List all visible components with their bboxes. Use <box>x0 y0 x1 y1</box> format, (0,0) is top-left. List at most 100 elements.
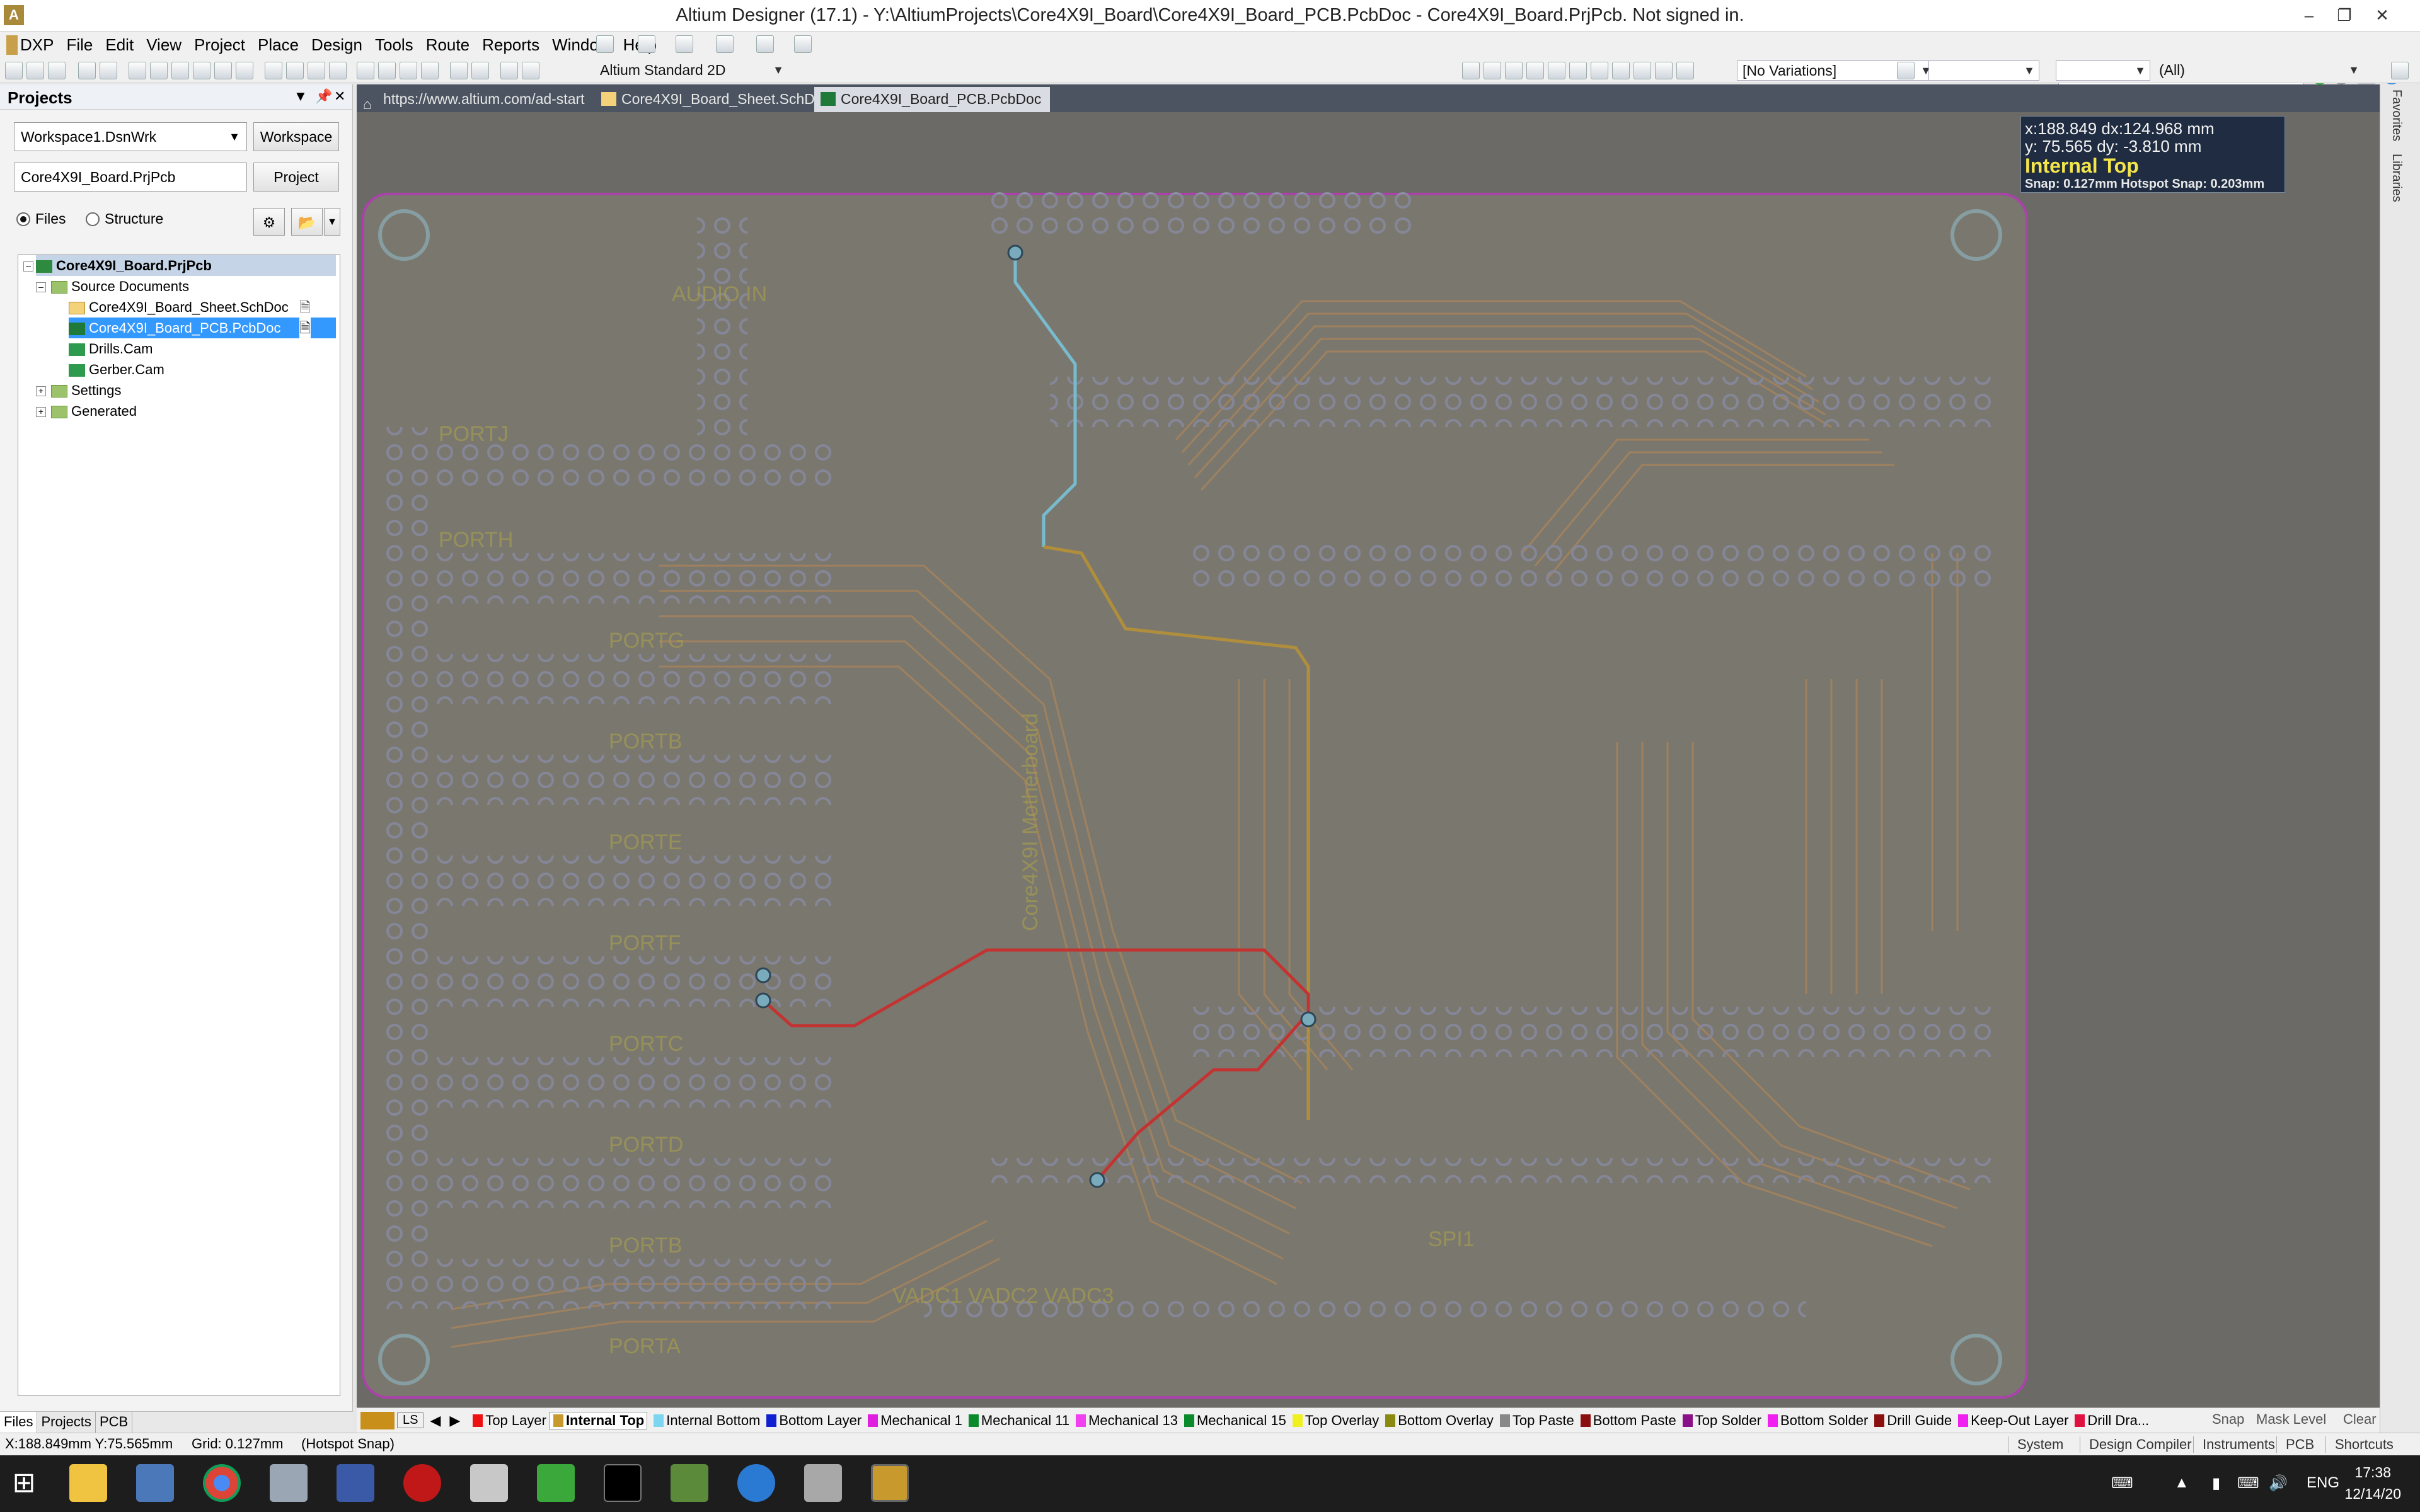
tree-item-drills[interactable]: Drills.Cam <box>69 338 153 359</box>
tune-length-icon[interactable] <box>1526 62 1544 79</box>
menu-view[interactable]: View <box>146 35 182 55</box>
expand-icon[interactable]: + <box>36 386 46 396</box>
collapse-icon[interactable]: – <box>23 261 33 272</box>
app-icon[interactable] <box>671 1464 708 1502</box>
tray-overflow-icon[interactable]: ▲ <box>2174 1474 2189 1492</box>
tab-projects[interactable]: Projects <box>37 1412 96 1433</box>
system-panel-button[interactable]: System <box>2008 1436 2063 1453</box>
multi-route-icon[interactable] <box>1505 62 1523 79</box>
deselect-icon[interactable] <box>400 62 417 79</box>
tree-item-pcbdoc[interactable]: Core4X9I_Board_PCB.PcbDoc 🗎 <box>69 318 336 338</box>
diff-pair-icon[interactable] <box>1484 62 1501 79</box>
cross-probe-icon[interactable] <box>500 62 518 79</box>
interactive-route-icon[interactable] <box>1462 62 1480 79</box>
tab-files[interactable]: Files <box>0 1412 38 1433</box>
virtualbox-icon[interactable] <box>804 1464 842 1502</box>
layer-tab-drill-guide[interactable]: Drill Guide <box>1870 1412 1952 1429</box>
layer-tab-bottom-layer[interactable]: Bottom Layer <box>763 1412 861 1429</box>
scroll-left-icon[interactable]: ◀ <box>430 1412 441 1429</box>
chrome-icon[interactable] <box>203 1464 241 1502</box>
chevron-down-icon[interactable]: ▼ <box>324 208 340 236</box>
network-icon[interactable] <box>337 1464 374 1502</box>
tree-item-generated[interactable]: Generated <box>51 401 137 421</box>
libraries-tab[interactable]: Libraries <box>2389 154 2404 202</box>
new-file-icon[interactable] <box>5 62 23 79</box>
menu-project[interactable]: Project <box>194 35 245 55</box>
tools-icon[interactable] <box>470 1464 508 1502</box>
restore-button[interactable]: ❐ <box>2325 4 2363 26</box>
keyboard-icon[interactable]: ⌨ <box>2111 1474 2133 1492</box>
tree-item-project[interactable]: Core4X9I_Board.PrjPcb <box>36 255 336 276</box>
layer-tab-top-layer[interactable]: Top Layer <box>469 1412 546 1429</box>
move-icon[interactable] <box>378 62 396 79</box>
open-file-icon[interactable] <box>26 62 44 79</box>
net-select[interactable]: ▼ <box>1928 60 2039 81</box>
grid-tool-icon[interactable] <box>794 35 812 53</box>
menu-tools[interactable]: Tools <box>375 35 413 55</box>
shortcuts-panel-button[interactable]: Shortcuts <box>2325 1436 2394 1453</box>
align-tool-icon[interactable] <box>676 35 693 53</box>
layer-tab-keep-out[interactable]: Keep-Out Layer <box>1954 1412 2068 1429</box>
input-language[interactable]: ENG <box>2307 1474 2339 1492</box>
layer-tab-mechanical-1[interactable]: Mechanical 1 <box>864 1412 962 1429</box>
workspace-button[interactable]: Workspace <box>253 122 339 151</box>
programmer-icon[interactable] <box>537 1464 575 1502</box>
snap-button[interactable]: Snap <box>2212 1411 2244 1428</box>
control-panel-icon[interactable] <box>136 1464 174 1502</box>
layer-tab-internal-bottom[interactable]: Internal Bottom <box>650 1412 760 1429</box>
instruments-panel-button[interactable]: Instruments <box>2193 1436 2275 1453</box>
rubber-stamp-icon[interactable] <box>329 62 347 79</box>
layer-tab-drill-drawing[interactable]: Drill Dra... <box>2071 1412 2149 1429</box>
close-icon[interactable]: ✕ <box>334 88 345 105</box>
files-radio[interactable]: Files <box>16 210 66 227</box>
layer-tab-bottom-solder[interactable]: Bottom Solder <box>1764 1412 1868 1429</box>
redo-icon[interactable] <box>471 62 489 79</box>
terminal-icon[interactable] <box>604 1464 642 1502</box>
fill-icon[interactable] <box>1612 62 1630 79</box>
pcb-panel-button[interactable]: PCB <box>2276 1436 2314 1453</box>
menu-design[interactable]: Design <box>311 35 362 55</box>
project-button[interactable]: Project <box>253 163 339 192</box>
layer-tab-bottom-paste[interactable]: Bottom Paste <box>1577 1412 1676 1429</box>
clear-button[interactable]: Clear <box>2343 1411 2377 1428</box>
pcb-canvas[interactable]: PORTJ PORTH PORTG PORTB PORTE PORTF PORT… <box>357 112 2380 1407</box>
via-icon[interactable] <box>1569 62 1587 79</box>
zoom-area-icon[interactable] <box>193 62 210 79</box>
tree-item-schdoc[interactable]: Core4X9I_Board_Sheet.SchDoc 🗎 <box>69 297 336 318</box>
design-compiler-panel-button[interactable]: Design Compiler <box>2080 1436 2192 1453</box>
pcb-board-svg[interactable]: PORTJ PORTH PORTG PORTB PORTE PORTF PORT… <box>357 112 2380 1407</box>
workspace-select[interactable]: Workspace1.DsnWrk ▼ <box>14 122 247 151</box>
folder-icon[interactable] <box>150 62 168 79</box>
panel-menu-icon[interactable]: ▼ <box>294 88 308 105</box>
favorites-tab[interactable]: Favorites <box>2389 89 2404 141</box>
zoom-fit-icon[interactable] <box>171 62 189 79</box>
layer-set-button[interactable]: LS <box>397 1412 424 1428</box>
print-preview-icon[interactable] <box>100 62 117 79</box>
layer-tab-bottom-overlay[interactable]: Bottom Overlay <box>1381 1412 1494 1429</box>
layer-tab-mechanical-13[interactable]: Mechanical 13 <box>1072 1412 1178 1429</box>
menu-file[interactable]: File <box>66 35 93 55</box>
paste-icon[interactable] <box>308 62 325 79</box>
layer-tool-icon[interactable] <box>638 35 655 53</box>
layers-icon[interactable] <box>129 62 146 79</box>
menu-dxp[interactable]: DXP <box>6 35 54 55</box>
dimension-tool-icon[interactable] <box>716 35 734 53</box>
layer-tab-top-solder[interactable]: Top Solder <box>1679 1412 1761 1429</box>
polygon-icon[interactable] <box>1634 62 1651 79</box>
component-icon[interactable] <box>1676 62 1694 79</box>
view-mode-select[interactable]: Altium Standard 2D ▼ <box>595 60 788 81</box>
cut-icon[interactable] <box>265 62 282 79</box>
close-button[interactable]: ✕ <box>2363 4 2401 26</box>
string-icon[interactable] <box>1655 62 1673 79</box>
variant-icon[interactable] <box>1897 62 1915 79</box>
undo-icon[interactable] <box>450 62 468 79</box>
structure-radio[interactable]: Structure <box>86 210 163 227</box>
menu-route[interactable]: Route <box>426 35 470 55</box>
project-field[interactable]: Core4X9I_Board.PrjPcb <box>14 163 247 192</box>
arc-icon[interactable] <box>1591 62 1608 79</box>
layer-tab-top-paste[interactable]: Top Paste <box>1496 1412 1574 1429</box>
menu-edit[interactable]: Edit <box>105 35 134 55</box>
tree-item-settings[interactable]: Settings <box>51 380 122 401</box>
print-icon[interactable] <box>78 62 96 79</box>
layer-tab-top-overlay[interactable]: Top Overlay <box>1289 1412 1379 1429</box>
